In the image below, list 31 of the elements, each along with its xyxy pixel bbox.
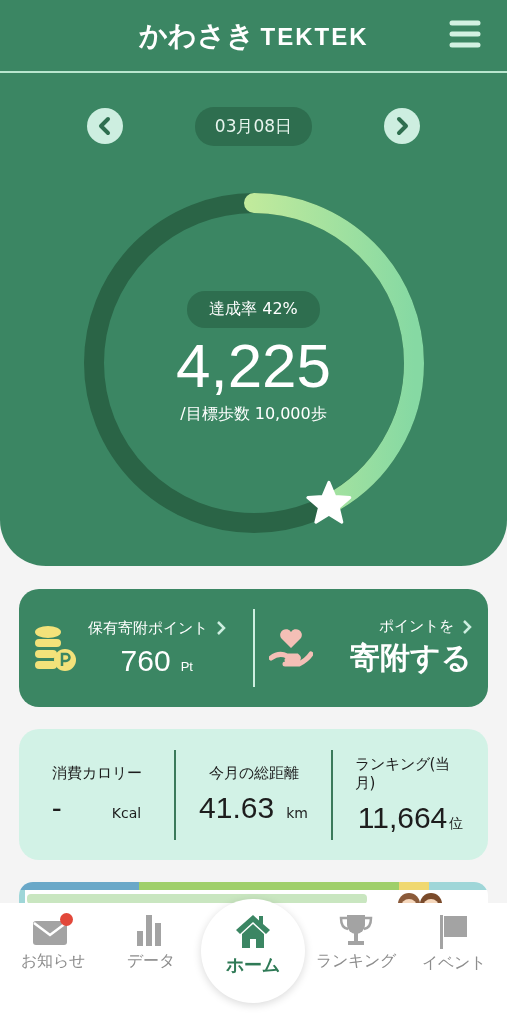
nav-tab[interactable]: ランキング	[307, 903, 404, 972]
donate-link[interactable]: ポイントを 寄附する	[312, 617, 472, 679]
app-logo: かわさき TEKTEK	[138, 17, 369, 54]
previous-day-button[interactable]	[86, 108, 123, 144]
stat-unit: 位	[449, 814, 464, 833]
coins-icon	[33, 624, 77, 672]
home-icon	[234, 913, 273, 949]
chevron-icon	[462, 618, 472, 635]
chevron-icon	[215, 620, 226, 636]
next-day-button[interactable]	[384, 108, 421, 144]
star-icon	[305, 480, 351, 524]
stat-unit: Kcal	[111, 805, 142, 821]
nav-tab[interactable]: ホーム	[201, 899, 306, 1003]
menu-icon[interactable]	[449, 20, 481, 48]
stat-value: 41.63	[199, 791, 275, 825]
nav-tab[interactable]: データ	[103, 903, 200, 972]
stat-value: -	[51, 791, 62, 825]
step-goal: /目標歩数 10,000歩	[180, 404, 327, 426]
stat-label: 消費カロリー	[50, 764, 143, 783]
trophy-icon	[338, 913, 373, 947]
stat-label: 今月の総距離	[207, 764, 300, 783]
achievement-rate: 達成率 42%	[187, 291, 320, 328]
stat-label: ランキング(当月)	[354, 754, 452, 793]
nav-tab[interactable]: イベント	[405, 903, 502, 974]
step-count: 4,225	[175, 332, 332, 401]
stat-unit: km	[286, 805, 308, 821]
stat-value: 11,664	[357, 800, 448, 835]
points-link[interactable]: 保有寄附ポイント 760 Pt	[77, 618, 237, 678]
nav-tab[interactable]: お知らせ	[5, 903, 102, 972]
date-label: 03月08日	[194, 106, 313, 146]
heart-hand-icon	[268, 628, 313, 668]
